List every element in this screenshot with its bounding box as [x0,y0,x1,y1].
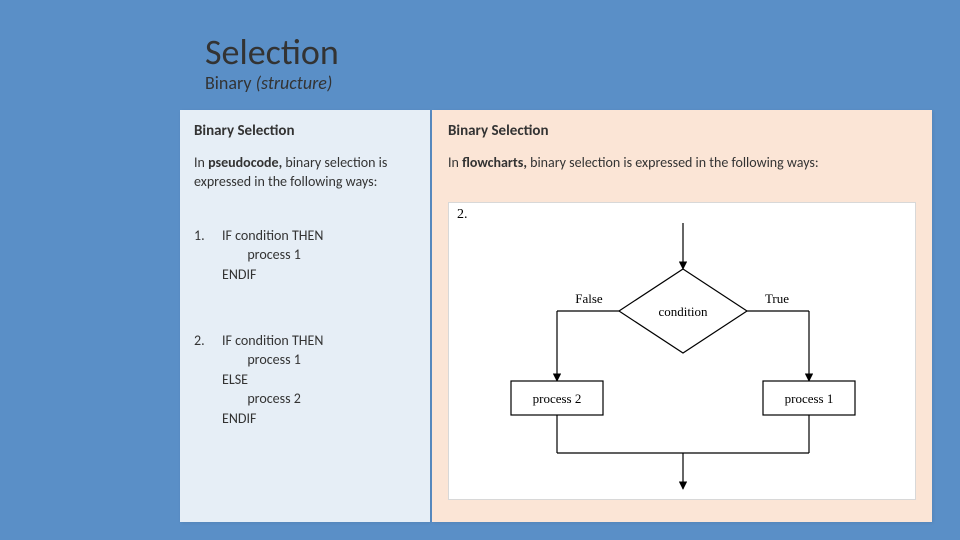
true-label: True [765,291,789,306]
process2-label: process 2 [533,391,582,406]
left-heading: Binary Selection [194,122,416,140]
flowchart-panel: Binary Selection In flowcharts, binary s… [432,110,932,522]
header-block: Selection Binary (structure) [205,34,339,94]
slide-title: Selection [205,34,339,70]
item-number: 2. [194,331,222,429]
item-number: 1. [194,226,222,285]
false-label: False [575,291,603,306]
condition-label: condition [658,304,708,319]
subtitle-plain: Binary [205,72,256,94]
item-code: IF condition THEN process 1 ELSE process… [222,331,323,429]
list-item: 2. IF condition THEN process 1 ELSE proc… [194,331,416,429]
pseudocode-list: 1. IF condition THEN process 1 ENDIF 2. … [194,226,416,429]
right-heading: Binary Selection [448,122,916,140]
left-para-pre: In [194,154,208,171]
flowchart-svg: condition False True process 2 process 1 [449,203,917,501]
right-para-post: binary selection is expressed in the fol… [527,154,819,171]
flowchart-container: 2. condition False [448,202,916,500]
slide-subtitle: Binary (structure) [205,72,339,94]
content-panels: Binary Selection In pseudocode, binary s… [180,110,932,522]
list-item: 1. IF condition THEN process 1 ENDIF [194,226,416,285]
process1-label: process 1 [785,391,834,406]
subtitle-emphasis: (structure) [256,72,333,94]
left-para-strong: pseudocode, [208,154,282,171]
right-para-strong: flowcharts, [462,154,527,171]
item-code: IF condition THEN process 1 ENDIF [222,226,323,285]
right-paragraph: In flowcharts, binary selection is expre… [448,154,916,173]
pseudocode-panel: Binary Selection In pseudocode, binary s… [180,110,430,522]
left-paragraph: In pseudocode, binary selection is expre… [194,154,416,192]
right-para-pre: In [448,154,462,171]
slide: Selection Binary (structure) Binary Sele… [0,0,960,540]
